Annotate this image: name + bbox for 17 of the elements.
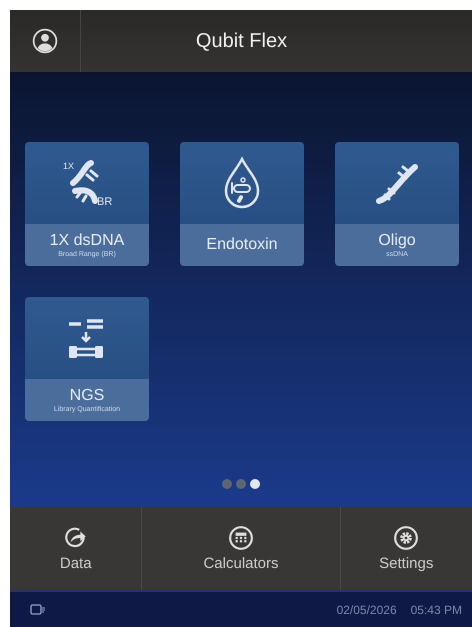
user-icon[interactable]: [32, 28, 58, 54]
device-icon: [30, 604, 46, 615]
calculator-icon: [228, 525, 254, 551]
assay-tile[interactable]: Endotoxin: [180, 142, 304, 266]
time-text: 05:43 PM: [410, 602, 462, 616]
assay-name: Endotoxin: [206, 236, 278, 254]
app-title: Qubit Flex: [194, 30, 288, 52]
assay-name: Oligo: [378, 232, 416, 250]
settings-icon: [393, 525, 420, 551]
assay-name: 1X dsDNA: [50, 232, 124, 250]
assay-name: NGS: [70, 387, 104, 405]
icon-label: BR: [97, 196, 112, 208]
page-dot[interactable]: [250, 479, 260, 489]
page-dot[interactable]: [236, 479, 246, 489]
icon-label: 1X: [63, 161, 74, 171]
page-dot[interactable]: [222, 479, 232, 489]
date-text: 02/05/2026: [336, 602, 397, 616]
